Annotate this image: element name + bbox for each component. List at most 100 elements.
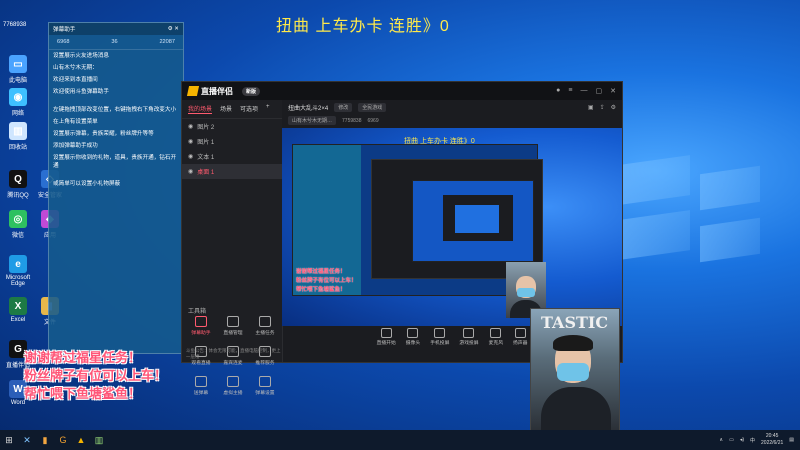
desktop-icon[interactable]: Q 腾讯QQ	[4, 170, 32, 202]
stream-preview[interactable]: 扭曲 上车办卡 连胜》0 谢谢帮过福星任务！ 粉丝牌子有位可以上车！ 帮忙喂下鱼…	[282, 128, 622, 326]
menu-icon[interactable]: ≡	[568, 87, 572, 95]
control-button[interactable]: 麦克风	[489, 328, 503, 346]
clock[interactable]: 20:45 2022/6/21	[761, 433, 783, 447]
cam-body	[541, 387, 611, 431]
taskbar-app-3[interactable]: G	[54, 431, 72, 449]
eye-icon[interactable]: ◉	[188, 153, 193, 160]
network-icon[interactable]: ▭	[729, 437, 734, 443]
chat-message: 或简单可以设置小礼物屏蔽	[53, 181, 121, 187]
start-button[interactable]: ⊞	[0, 431, 18, 449]
scene-item[interactable]: ◉ 图片 2	[182, 119, 282, 134]
scene-item[interactable]: ◉ 桌面 1	[182, 164, 282, 179]
desktop-icon[interactable]: e Microsoft Edge	[4, 255, 32, 287]
scene-item[interactable]: ◉ 图片 1	[182, 134, 282, 149]
eye-icon[interactable]: ◉	[188, 138, 193, 145]
tool-button[interactable]: 虚拟主播	[218, 376, 248, 396]
eye-icon[interactable]: ◉	[188, 123, 193, 130]
control-button[interactable]: 直播开始	[377, 328, 396, 346]
stat-likes: 22087	[159, 39, 175, 45]
chat-message: 添加弹幕助手成功	[53, 143, 98, 149]
control-icon	[463, 328, 475, 338]
nested-preview-4	[455, 205, 499, 233]
control-label: 扬声器	[513, 341, 528, 346]
tool-label: 送弹幕	[193, 391, 209, 396]
app-titlebar[interactable]: 直播伴侣 新版 ● ≡ — ▢ ✕	[182, 82, 622, 100]
app-logo-icon	[186, 86, 200, 96]
taskbar-app-1[interactable]: ✕	[18, 431, 36, 449]
taskbar-app-5[interactable]: ▥	[90, 431, 108, 449]
chat-message: 设置展示火友进场消息	[53, 53, 109, 59]
desktop-icon-label: Microsoft Edge	[5, 275, 31, 287]
tab-scenes[interactable]: 场景	[220, 104, 232, 114]
control-button[interactable]: 手机投屏	[430, 328, 449, 346]
edit-button[interactable]: 修改	[334, 103, 353, 112]
maximize-icon[interactable]: ▢	[596, 87, 603, 95]
taskbar-app-2[interactable]: ▮	[36, 431, 54, 449]
minimize-icon[interactable]: —	[581, 87, 588, 95]
close-icon[interactable]: ✕	[610, 87, 616, 95]
cam-hair	[553, 335, 593, 351]
gift-icon[interactable]: ▣	[588, 104, 594, 111]
avatar[interactable]: ●	[556, 87, 560, 95]
chat-title: 弹幕助手	[53, 27, 76, 33]
network-icon: ◉	[9, 88, 27, 106]
chat-header[interactable]: 弹幕助手 ⚙ ✕	[49, 23, 183, 35]
control-button[interactable]: 游戏投屏	[459, 328, 479, 346]
tool-button[interactable]: 弹幕助手	[186, 316, 216, 336]
nested-preview-3	[443, 195, 513, 241]
chat-message-list: 设置展示火友进场消息 山有木兮木无期： 欢迎来到本直播间 欢迎使用斗鱼弹幕助手 左键拖拽…	[49, 50, 183, 190]
category-select[interactable]: 全民游戏	[358, 103, 387, 112]
tool-button[interactable]: 送弹幕	[186, 376, 216, 396]
recycle-bin-icon: ▥	[9, 122, 27, 140]
tool-label: 观看直播	[191, 361, 211, 366]
scene-sidebar: 我的场景 场景 可选项 + ◉ 图片 2 ◉ 图片 1 ◉ 文本 1 ◉ 桌面 1 工具…	[182, 100, 283, 396]
desktop-icon-label: 腾讯QQ	[7, 193, 29, 199]
tool-label: 嘉宾连麦	[223, 361, 243, 366]
tool-icon	[227, 376, 239, 387]
qq-icon: Q	[9, 170, 27, 188]
computer-icon: ▭	[9, 55, 27, 73]
tool-button[interactable]: 弹幕设置	[250, 376, 280, 396]
control-icon	[514, 328, 526, 338]
desktop-icon[interactable]: ▭ 此电脑	[4, 55, 32, 87]
top-left-id: 7768938	[3, 22, 27, 28]
desktop-icon[interactable]: ◉ 网络	[4, 88, 32, 120]
app-name: 直播伴侣	[201, 86, 233, 96]
webcam-feed: TASTIC	[530, 308, 620, 432]
taskbar-app-4[interactable]: ▲	[72, 431, 90, 449]
desktop-icon[interactable]: X Excel	[4, 297, 32, 329]
red-message: 帮忙喂下鱼塘鲨鱼！	[24, 387, 142, 402]
chat-message: 左键拖拽顶部改变位置，右键拖拽右下角改变大小	[53, 107, 177, 113]
chat-message: 设置展示你收到的礼物，道具，贵族开通，钻石开通	[53, 155, 177, 169]
control-button[interactable]: 扬声器	[513, 328, 527, 346]
input-language[interactable]: 中	[750, 437, 755, 444]
chat-window-controls[interactable]: ⚙ ✕	[168, 26, 179, 32]
share-icon[interactable]: ⇪	[600, 104, 605, 111]
clock-date: 2022/6/21	[761, 440, 784, 446]
desktop-icon[interactable]: ▥ 回收站	[4, 122, 32, 154]
cam-background-text: TASTIC	[541, 313, 609, 332]
tool-icon	[195, 316, 207, 327]
chat-message: 设置展示弹幕，贵族荣耀，粉丝牌升等等	[53, 131, 154, 137]
control-label: 游戏投屏	[459, 341, 479, 346]
red-message: 谢谢帮过福星任务！	[24, 351, 142, 366]
tool-button[interactable]: 直播管理	[218, 316, 248, 336]
control-label: 手机投屏	[430, 341, 450, 346]
tool-button[interactable]: 主播任务	[250, 316, 280, 336]
settings-icon[interactable]: ⚙	[611, 104, 616, 111]
control-button[interactable]: 摄像头	[406, 328, 420, 346]
room-id: 7759838	[342, 117, 362, 124]
scene-item[interactable]: ◉ 文本 1	[182, 149, 282, 164]
notification-icon[interactable]: ▤	[789, 437, 794, 443]
volume-icon[interactable]: ◂)	[740, 437, 744, 443]
cam-face-mask	[557, 363, 589, 381]
version-badge: 新版	[242, 86, 261, 96]
danmaku-chat-panel[interactable]: 弹幕助手 ⚙ ✕ 6968 36 22087 设置展示火友进场消息 山有木兮木无期…	[48, 22, 184, 354]
add-scene-button[interactable]: +	[266, 104, 270, 114]
tool-label: 直播管理	[223, 331, 243, 336]
desktop-icon[interactable]: ◎ 微信	[4, 210, 32, 242]
tray-chevron-icon[interactable]: ∧	[719, 437, 723, 443]
tab-my-scenes[interactable]: 我的场景	[188, 104, 213, 114]
tab-options[interactable]: 可选项	[240, 104, 258, 114]
eye-icon[interactable]: ◉	[188, 168, 193, 175]
